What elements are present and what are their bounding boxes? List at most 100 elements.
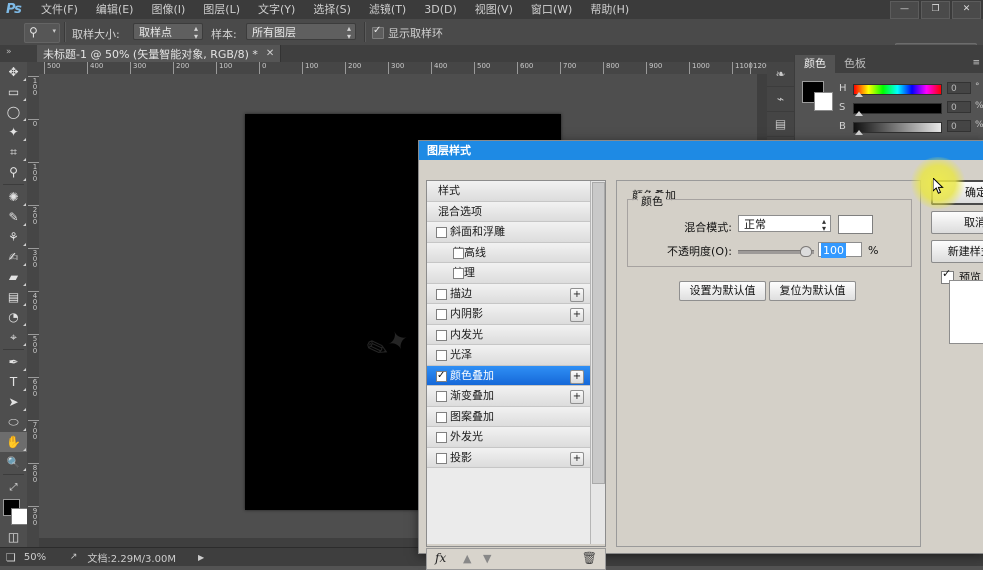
trash-icon[interactable]: 🗑 <box>582 551 597 565</box>
checkbox-icon[interactable] <box>436 453 447 464</box>
style-item-satin[interactable]: 光泽 <box>427 345 590 366</box>
checkbox-icon[interactable] <box>453 268 464 279</box>
overlay-color-swatch[interactable] <box>838 215 873 234</box>
tool-crop[interactable]: ⌗ <box>0 142 27 162</box>
tool-history-brush[interactable]: ✍ <box>0 247 27 267</box>
opacity-input[interactable]: 100 <box>818 242 862 257</box>
menu-type[interactable]: 文字(Y) <box>249 0 304 19</box>
status-expand-icon[interactable]: ▶ <box>198 553 204 562</box>
properties-panel-icon[interactable]: ▤ <box>767 112 794 137</box>
style-item-blending-options[interactable]: 混合选项 <box>427 202 590 223</box>
tool-marquee[interactable]: ▭ <box>0 82 27 102</box>
style-item-inner-glow[interactable]: 内发光 <box>427 325 590 346</box>
add-effect-button[interactable]: + <box>570 370 584 384</box>
menu-help[interactable]: 帮助(H) <box>581 0 638 19</box>
menu-select[interactable]: 选择(S) <box>304 0 360 19</box>
tool-zoom[interactable]: 🔍 <box>0 452 27 472</box>
menu-filter[interactable]: 滤镜(T) <box>360 0 415 19</box>
style-item-drop-shadow[interactable]: 投影 + <box>427 448 590 469</box>
styles-list[interactable]: 样式 混合选项 斜面和浮雕 等高线 纹理 <box>427 181 590 544</box>
panel-background-swatch[interactable] <box>814 92 833 111</box>
brightness-slider-row[interactable]: B 0 % <box>839 120 979 134</box>
style-item-inner-shadow[interactable]: 内阴影 + <box>427 304 590 325</box>
checkbox-icon[interactable] <box>436 350 447 361</box>
close-button[interactable]: ✕ <box>952 1 981 19</box>
tool-eraser[interactable]: ▰ <box>0 267 27 287</box>
reset-default-button[interactable]: 复位为默认值 <box>769 281 856 301</box>
set-default-button[interactable]: 设置为默认值 <box>679 281 766 301</box>
checkbox-icon[interactable] <box>436 391 447 402</box>
saturation-track[interactable] <box>853 103 942 114</box>
panel-color-swatches[interactable] <box>802 81 832 109</box>
move-up-icon[interactable]: ▲ <box>463 552 471 565</box>
tool-blur[interactable]: ◔ <box>0 307 27 327</box>
checkbox-icon[interactable] <box>436 371 447 382</box>
color-swatches[interactable] <box>0 497 27 527</box>
tool-spot-healing[interactable]: ✺ <box>0 187 27 207</box>
style-item-texture[interactable]: 纹理 <box>427 263 590 284</box>
collapse-panel-icon[interactable]: » <box>6 47 12 57</box>
blend-mode-select[interactable]: 正常 ▴▾ <box>738 215 831 232</box>
show-sampling-ring-checkbox[interactable]: 显示取样环 <box>372 25 443 41</box>
eyedropper-icon[interactable]: ⚲ ▾ <box>24 23 60 43</box>
menu-3d[interactable]: 3D(D) <box>415 0 466 19</box>
cancel-button[interactable]: 取消 <box>931 211 983 234</box>
tool-dodge[interactable]: ⌖ <box>0 327 27 347</box>
checkbox-icon[interactable] <box>453 248 464 259</box>
hue-track[interactable] <box>853 84 942 95</box>
style-item-bevel-emboss[interactable]: 斜面和浮雕 <box>427 222 590 243</box>
close-icon[interactable]: ✕ <box>266 48 274 59</box>
menu-window[interactable]: 窗口(W) <box>522 0 581 19</box>
menu-edit[interactable]: 编辑(E) <box>87 0 143 19</box>
adjustments-panel-icon[interactable]: ⌁ <box>767 87 794 112</box>
move-down-icon[interactable]: ▼ <box>483 552 491 565</box>
share-icon[interactable]: ↗ <box>70 552 78 562</box>
saturation-value[interactable]: 0 <box>947 101 971 113</box>
menu-view[interactable]: 视图(V) <box>466 0 522 19</box>
style-item-color-overlay[interactable]: 颜色叠加 + <box>427 366 590 387</box>
swap-colors-control[interactable]: ⤢ <box>0 477 27 497</box>
add-effect-button[interactable]: + <box>570 390 584 404</box>
ruler-corner[interactable] <box>27 62 39 74</box>
style-item-contour[interactable]: 等高线 <box>427 243 590 264</box>
style-item-stroke[interactable]: 描边 + <box>427 284 590 305</box>
saturation-thumb[interactable] <box>855 111 863 116</box>
checkbox-icon[interactable] <box>436 289 447 300</box>
tool-hand[interactable]: ✋ <box>0 432 27 452</box>
scrollbar-thumb[interactable] <box>592 182 605 484</box>
hue-value[interactable]: 0 <box>947 82 971 94</box>
styles-list-scrollbar[interactable] <box>590 181 605 544</box>
add-effect-button[interactable]: + <box>570 308 584 322</box>
add-effect-button[interactable]: + <box>570 288 584 302</box>
saturation-slider-row[interactable]: S 0 % <box>839 101 979 115</box>
style-item-outer-glow[interactable]: 外发光 <box>427 427 590 448</box>
document-tab[interactable]: 未标题-1 @ 50% (矢量智能对象, RGB/8) * ✕ <box>37 45 281 62</box>
opacity-slider-knob[interactable] <box>800 246 812 257</box>
tool-shape[interactable]: ⬭ <box>0 412 27 432</box>
tool-path-selection[interactable]: ➤ <box>0 392 27 412</box>
sample-select[interactable]: 所有图层 ▴▾ <box>246 23 356 40</box>
tool-pen[interactable]: ✒ <box>0 352 27 372</box>
tool-brush[interactable]: ✎ <box>0 207 27 227</box>
checkbox-icon[interactable] <box>436 432 447 443</box>
style-item-styles[interactable]: 样式 <box>427 181 590 202</box>
checkbox-icon[interactable] <box>436 309 447 320</box>
brightness-value[interactable]: 0 <box>947 120 971 132</box>
fx-icon[interactable]: fx <box>435 551 446 565</box>
zoom-level[interactable]: 50% <box>24 552 68 563</box>
hue-thumb[interactable] <box>855 92 863 97</box>
menu-layer[interactable]: 图层(L) <box>194 0 249 19</box>
menu-image[interactable]: 图像(I) <box>142 0 194 19</box>
ok-button[interactable]: 确定 <box>931 180 983 205</box>
tool-quick-selection[interactable]: ✦ <box>0 122 27 142</box>
hue-slider-row[interactable]: H 0 ° <box>839 82 979 96</box>
style-item-pattern-overlay[interactable]: 图案叠加 <box>427 407 590 428</box>
style-item-gradient-overlay[interactable]: 渐变叠加 + <box>427 386 590 407</box>
checkbox-icon[interactable] <box>436 330 447 341</box>
minimize-button[interactable]: — <box>890 1 919 19</box>
sample-size-select[interactable]: 取样点 ▴▾ <box>133 23 203 40</box>
add-effect-button[interactable]: + <box>570 452 584 466</box>
background-swatch[interactable] <box>11 508 28 525</box>
tool-lasso[interactable]: ◯ <box>0 102 27 122</box>
tab-color[interactable]: 颜色 <box>795 55 835 73</box>
